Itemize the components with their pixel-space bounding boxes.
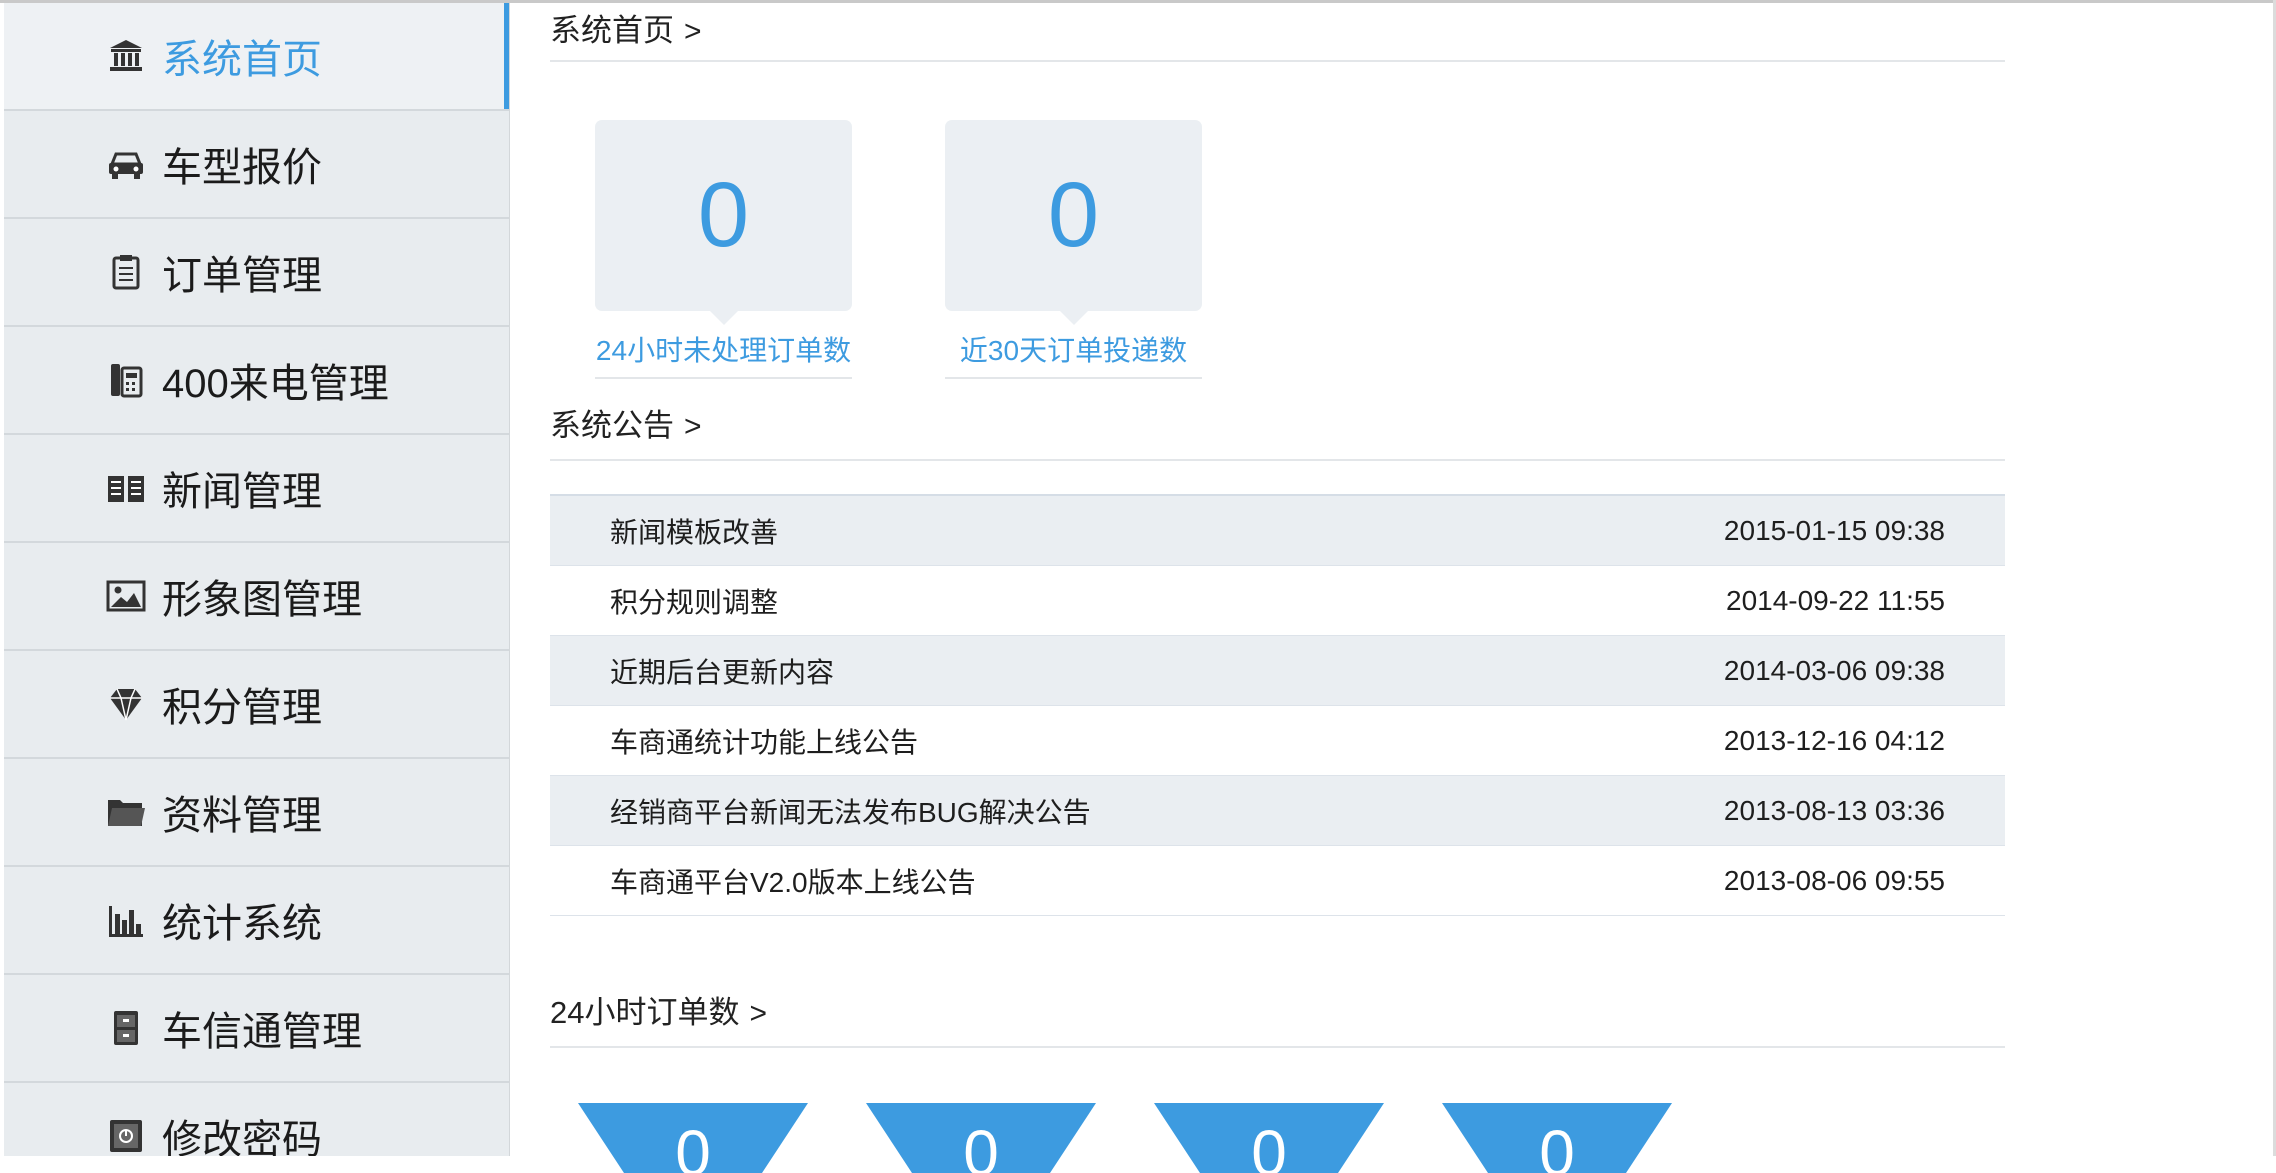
sidebar-item-label: 新闻管理 — [162, 470, 322, 514]
notice-row[interactable]: 车商通平台V2.0版本上线公告 2013-08-06 09:55 — [550, 846, 2005, 916]
sidebar-item-materials[interactable]: 资料管理 — [4, 759, 509, 867]
stat-label: 24小时未处理订单数 — [595, 329, 852, 379]
sidebar-item-orders[interactable]: 订单管理 — [4, 219, 509, 327]
order-count-funnel[interactable]: 0 — [578, 1103, 808, 1173]
sidebar-item-label: 形象图管理 — [162, 578, 362, 622]
order-count-funnel[interactable]: 0 — [1442, 1103, 1672, 1173]
notice-title[interactable]: 经销商平台新闻无法发布BUG解决公告 — [610, 791, 1091, 831]
notice-date: 2015-01-15 09:38 — [1723, 514, 1945, 546]
section-title-text: 24小时订单数 — [550, 995, 740, 1030]
stat-value: 0 — [1047, 164, 1100, 266]
bank-icon — [104, 34, 148, 78]
sidebar-item-label: 订单管理 — [162, 254, 322, 298]
notice-title[interactable]: 车商通平台V2.0版本上线公告 — [610, 861, 976, 901]
section-title-text: 系统首页 — [550, 13, 674, 48]
sidebar-item-label: 车信通管理 — [162, 1010, 362, 1054]
sidebar-item-statistics[interactable]: 统计系统 — [4, 867, 509, 975]
car-icon — [104, 142, 148, 186]
folder-icon — [104, 790, 148, 834]
sidebar-item-images[interactable]: 形象图管理 — [4, 543, 509, 651]
order-count-funnel[interactable]: 0 — [866, 1103, 1096, 1173]
sidebar-item-points[interactable]: 积分管理 — [4, 651, 509, 759]
chevron-right-icon: > — [749, 997, 768, 1030]
notice-row[interactable]: 积分规则调整 2014-09-22 11:55 — [550, 566, 2005, 636]
image-icon — [104, 574, 148, 618]
notice-row[interactable]: 新闻模板改善 2015-01-15 09:38 — [550, 496, 2005, 566]
notice-date: 2014-09-22 11:55 — [1726, 584, 1945, 616]
bar-chart-icon — [104, 898, 148, 942]
sidebar-item-label: 400来电管理 — [162, 362, 389, 406]
sidebar: 系统首页 车型报价 订单管理 400来电管理 新闻管理 形象图管理 积分管理 资… — [4, 3, 510, 1156]
notice-title[interactable]: 积分规则调整 — [610, 581, 778, 621]
notice-row[interactable]: 车商通统计功能上线公告 2013-12-16 04:12 — [550, 706, 2005, 776]
order-count-value: 0 — [1251, 1117, 1287, 1173]
clipboard-icon — [104, 250, 148, 294]
notice-title[interactable]: 车商通统计功能上线公告 — [610, 721, 918, 761]
notice-date: 2013-08-13 03:36 — [1723, 794, 1945, 826]
order-count-funnel[interactable]: 0 — [1154, 1103, 1384, 1173]
notice-row[interactable]: 经销商平台新闻无法发布BUG解决公告 2013-08-13 03:36 — [550, 776, 2005, 846]
section-title-orders: 24小时订单数 > — [550, 987, 2005, 1048]
stat-box: 0 — [945, 120, 1202, 325]
phone-icon — [104, 358, 148, 402]
section-title-text: 系统公告 — [550, 408, 674, 443]
sidebar-item-label: 统计系统 — [162, 902, 322, 946]
notice-list: 新闻模板改善 2015-01-15 09:38 积分规则调整 2014-09-2… — [550, 494, 2005, 916]
sidebar-item-car-prices[interactable]: 车型报价 — [4, 111, 509, 219]
sidebar-item-change-password[interactable]: 修改密码 — [4, 1083, 509, 1156]
sidebar-item-chexintong[interactable]: 车信通管理 — [4, 975, 509, 1083]
sidebar-item-label: 修改密码 — [162, 1118, 322, 1156]
sidebar-item-news[interactable]: 新闻管理 — [4, 435, 509, 543]
order-count-value: 0 — [675, 1117, 711, 1173]
stat-card-delivered-orders[interactable]: 0 近30天订单投递数 — [945, 120, 1202, 379]
chevron-right-icon: > — [684, 410, 702, 443]
notice-row[interactable]: 近期后台更新内容 2014-03-06 09:38 — [550, 636, 2005, 706]
order-count-value: 0 — [1539, 1117, 1575, 1173]
sidebar-item-label: 积分管理 — [162, 686, 322, 730]
sidebar-item-label: 车型报价 — [162, 146, 322, 190]
chevron-right-icon: > — [684, 15, 702, 48]
diamond-icon — [104, 682, 148, 726]
notice-title[interactable]: 近期后台更新内容 — [610, 651, 834, 691]
sidebar-item-label: 系统首页 — [162, 38, 322, 82]
notice-date: 2013-12-16 04:12 — [1723, 724, 1945, 756]
notice-title[interactable]: 新闻模板改善 — [610, 511, 778, 551]
sidebar-item-400-calls[interactable]: 400来电管理 — [4, 327, 509, 435]
safe-icon — [104, 1114, 148, 1156]
sidebar-item-label: 资料管理 — [162, 794, 322, 838]
cabinet-icon — [104, 1006, 148, 1050]
stat-label: 近30天订单投递数 — [945, 329, 1202, 379]
section-title-home: 系统首页 > — [550, 5, 2005, 62]
stat-box: 0 — [595, 120, 852, 325]
stat-card-unprocessed-orders[interactable]: 0 24小时未处理订单数 — [595, 120, 852, 379]
section-title-notices: 系统公告 > — [550, 400, 2005, 461]
order-count-value: 0 — [963, 1117, 999, 1173]
sidebar-item-home[interactable]: 系统首页 — [4, 3, 509, 111]
notice-date: 2014-03-06 09:38 — [1723, 654, 1945, 686]
notice-date: 2013-08-06 09:55 — [1723, 864, 1945, 896]
book-icon — [104, 466, 148, 510]
stat-value: 0 — [697, 164, 750, 266]
